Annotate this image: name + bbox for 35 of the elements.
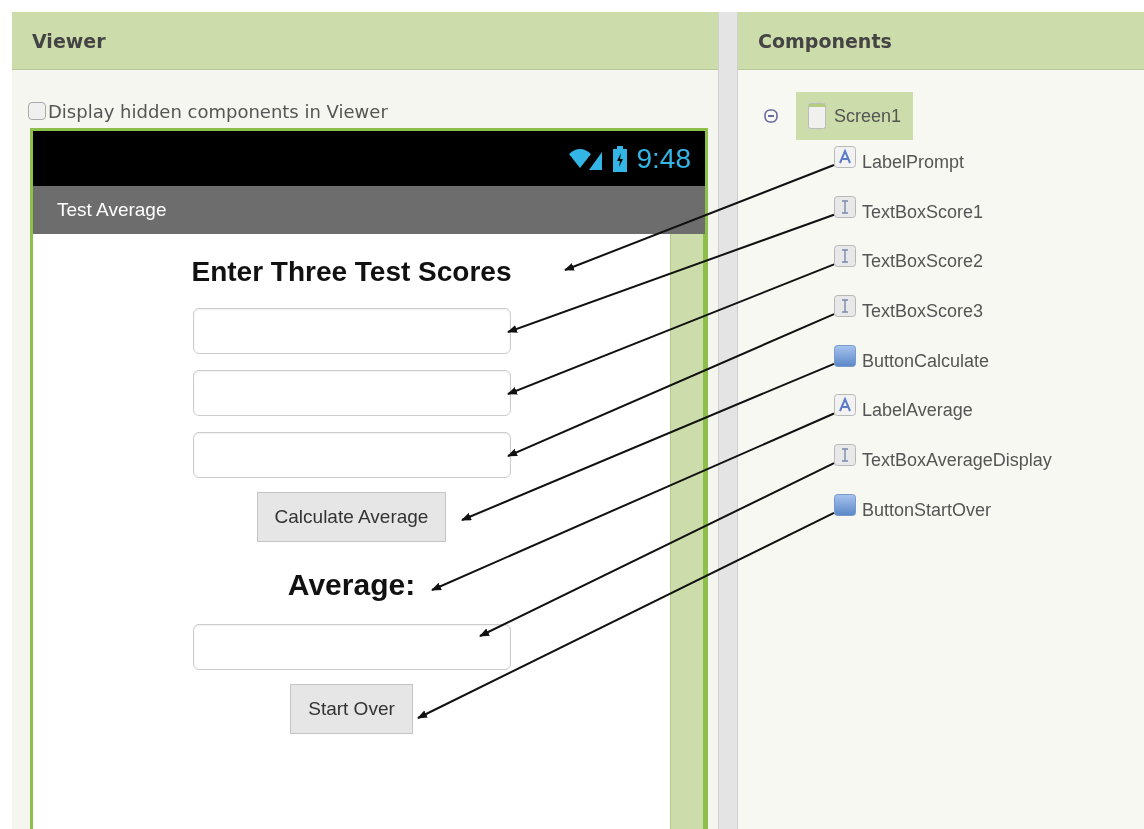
text-cursor-icon — [834, 245, 856, 268]
app-button[interactable]: Calculate Average — [256, 492, 447, 542]
app-title: Test Average — [57, 199, 167, 221]
tree-item[interactable]: TextBoxScore3 — [834, 293, 1144, 343]
tree-item[interactable]: ButtonCalculate — [834, 342, 1144, 393]
battery-icon — [612, 145, 627, 172]
text-cursor-icon — [834, 195, 856, 218]
label-icon — [834, 394, 856, 417]
button-icon — [834, 493, 856, 516]
label-icon — [834, 146, 856, 168]
collapse-icon[interactable] — [764, 109, 778, 123]
tree-item[interactable]: TextBoxScore1 — [834, 193, 1144, 244]
text-input-field[interactable] — [192, 370, 511, 416]
tree-item[interactable]: LabelPrompt — [834, 144, 1144, 194]
heading-label: Enter Three Test Scores — [191, 255, 512, 289]
tree-item[interactable]: Screen1 — [796, 92, 914, 140]
panel-title: Viewer — [32, 29, 106, 52]
tree-item[interactable]: LabelAverage — [834, 392, 1144, 443]
checkbox-label: Display hidden components in Viewer — [48, 100, 388, 122]
app-button[interactable]: Start Over — [290, 684, 413, 734]
checkbox[interactable] — [28, 102, 46, 120]
panel-splitter[interactable] — [718, 12, 738, 829]
panel-title: Components — [758, 29, 892, 52]
text-cursor-icon — [834, 295, 856, 318]
tree-item[interactable]: ButtonStartOver — [834, 491, 1144, 542]
clock-time: 9:48 — [636, 142, 691, 175]
tree-item[interactable]: TextBoxAverageDisplay — [834, 442, 1144, 492]
heading-label: Average: — [287, 567, 416, 603]
screen-icon — [808, 103, 826, 129]
button-icon — [834, 344, 856, 367]
text-input-field[interactable] — [192, 624, 511, 670]
text-input-field[interactable] — [192, 308, 511, 354]
text-cursor-icon — [834, 444, 856, 467]
text-input-field[interactable] — [192, 432, 511, 478]
tree-item[interactable]: TextBoxScore2 — [834, 243, 1144, 294]
